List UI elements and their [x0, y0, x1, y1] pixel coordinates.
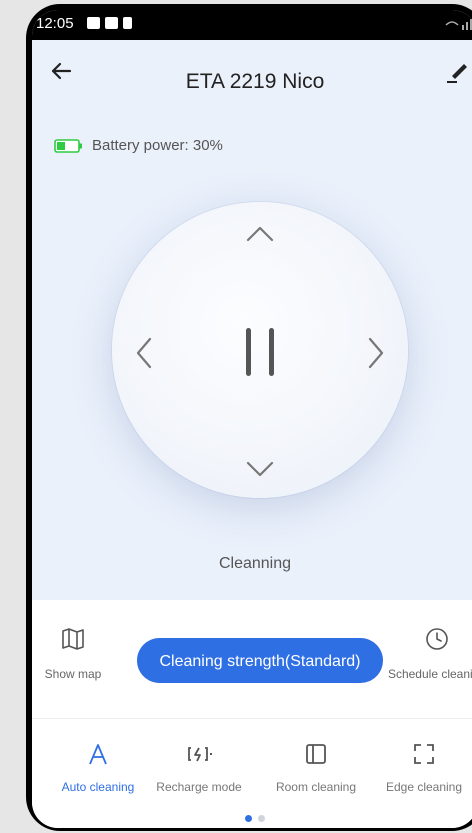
pause-button[interactable]: [240, 324, 280, 380]
app-screen: 12:05 ETA 2219 Nico Battery power: 30% C…: [32, 10, 472, 828]
auto-cleaning-label: Auto cleaning: [61, 780, 135, 794]
room-cleaning-label: Room cleaning: [275, 780, 357, 794]
cleaning-status: Cleanning: [218, 555, 292, 572]
divider: [32, 718, 472, 719]
room-icon: [306, 744, 326, 764]
edit-pen-icon[interactable]: [444, 56, 470, 84]
page-indicator: [32, 815, 472, 822]
move-backward-button[interactable]: [245, 457, 275, 481]
control-panel: Show map Cleaning strength(Standard) Sch…: [32, 600, 472, 828]
recharge-mode[interactable]: Recharge mode: [144, 740, 254, 794]
edge-icon: [414, 744, 434, 764]
flipboard-icon: [105, 17, 118, 29]
show-map-button[interactable]: Show map: [32, 626, 114, 681]
gallery-icon: [87, 17, 100, 29]
schedule-label: Schedule cleaning: [387, 667, 472, 681]
edge-cleaning-label: Edge cleaning: [385, 780, 463, 794]
battery-label: Battery power: 30%: [92, 137, 223, 154]
status-bar: 12:05: [32, 10, 472, 40]
move-forward-button[interactable]: [245, 222, 275, 246]
edge-cleaning-mode[interactable]: Edge cleaning: [369, 740, 472, 794]
app-bar: ETA 2219 Nico: [32, 40, 472, 100]
battery-indicator: Battery power: 30%: [54, 137, 223, 154]
page-dot[interactable]: [258, 815, 265, 822]
schedule-cleaning-button[interactable]: Schedule cleaning: [377, 626, 472, 681]
auto-cleaning-mode[interactable]: Auto cleaning: [43, 740, 153, 794]
turn-right-button[interactable]: [364, 336, 388, 370]
room-cleaning-mode[interactable]: Room cleaning: [261, 740, 371, 794]
status-time: 12:05: [36, 15, 74, 32]
page-title: ETA 2219 Nico: [185, 70, 325, 93]
turn-left-button[interactable]: [132, 336, 156, 370]
clipboard-icon: [123, 17, 132, 29]
direction-dial: [112, 202, 408, 498]
signal-icon: [445, 19, 472, 30]
letter-a-icon: [89, 744, 107, 765]
show-map-label: Show map: [44, 667, 102, 681]
battery-icon: [54, 138, 82, 153]
cleaning-strength-button[interactable]: Cleaning strength(Standard): [137, 638, 383, 683]
page-dot-active[interactable]: [245, 815, 252, 822]
recharge-icon: [188, 747, 212, 762]
clock-icon: [426, 628, 448, 650]
recharge-mode-label: Recharge mode: [156, 780, 242, 794]
notification-icons: [87, 17, 132, 29]
map-icon: [62, 628, 84, 650]
